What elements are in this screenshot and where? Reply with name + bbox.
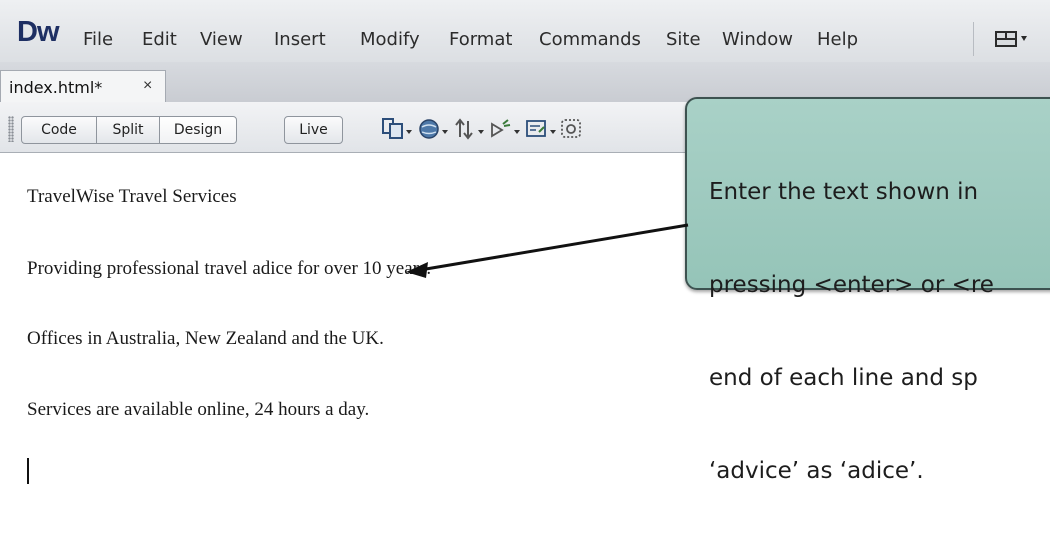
menu-view[interactable]: View	[200, 29, 243, 50]
menu-format[interactable]: Format	[449, 29, 512, 50]
toolbar-grip[interactable]	[8, 116, 14, 142]
workspace-layout-icon[interactable]	[993, 28, 1039, 50]
menu-window[interactable]: Window	[722, 29, 793, 50]
validate-icon[interactable]	[488, 115, 522, 143]
content-paragraph-4[interactable]: Services are available online, 24 hours …	[27, 399, 369, 421]
code-view-button[interactable]: Code	[21, 116, 97, 144]
split-view-button[interactable]: Split	[96, 116, 160, 144]
design-view-button[interactable]: Design	[159, 116, 237, 144]
menu-site[interactable]: Site	[666, 29, 701, 50]
menu-modify[interactable]: Modify	[360, 29, 420, 50]
multiscreen-icon[interactable]	[380, 115, 414, 143]
content-paragraph-3[interactable]: Offices in Australia, New Zealand and th…	[27, 328, 384, 350]
callout-text: Enter the text shown in pressing <enter>…	[709, 115, 994, 549]
live-view-eye-icon[interactable]	[558, 115, 586, 143]
callout-line-3: end of each line and sp	[709, 365, 978, 391]
close-icon[interactable]: ×	[143, 77, 152, 95]
menu-separator	[973, 22, 974, 56]
document-tab-label: index.html*	[9, 78, 103, 97]
live-view-button[interactable]: Live	[284, 116, 343, 144]
callout-line-4: ‘advice’ as ‘adice’.	[709, 458, 924, 484]
instruction-callout: Enter the text shown in pressing <enter>…	[685, 97, 1050, 484]
menu-commands[interactable]: Commands	[539, 29, 641, 50]
globe-preview-icon[interactable]	[416, 115, 450, 143]
menu-help[interactable]: Help	[817, 29, 858, 50]
dreamweaver-logo: Dw	[17, 16, 59, 48]
menu-edit[interactable]: Edit	[142, 29, 177, 50]
menu-insert[interactable]: Insert	[274, 29, 326, 50]
callout-line-2: pressing <enter> or <re	[709, 272, 994, 298]
callout-line-1: Enter the text shown in	[709, 179, 979, 205]
visual-aids-icon[interactable]	[524, 115, 558, 143]
menu-file[interactable]: File	[83, 29, 113, 50]
text-cursor	[27, 458, 29, 484]
menu-bar: Dw File Edit View Insert Modify Format C…	[0, 0, 1050, 62]
content-paragraph-2[interactable]: Providing professional travel adice for …	[27, 258, 431, 280]
file-management-icon[interactable]	[452, 115, 486, 143]
content-paragraph-1[interactable]: TravelWise Travel Services	[27, 186, 237, 208]
document-tab[interactable]: index.html* ×	[0, 70, 166, 102]
